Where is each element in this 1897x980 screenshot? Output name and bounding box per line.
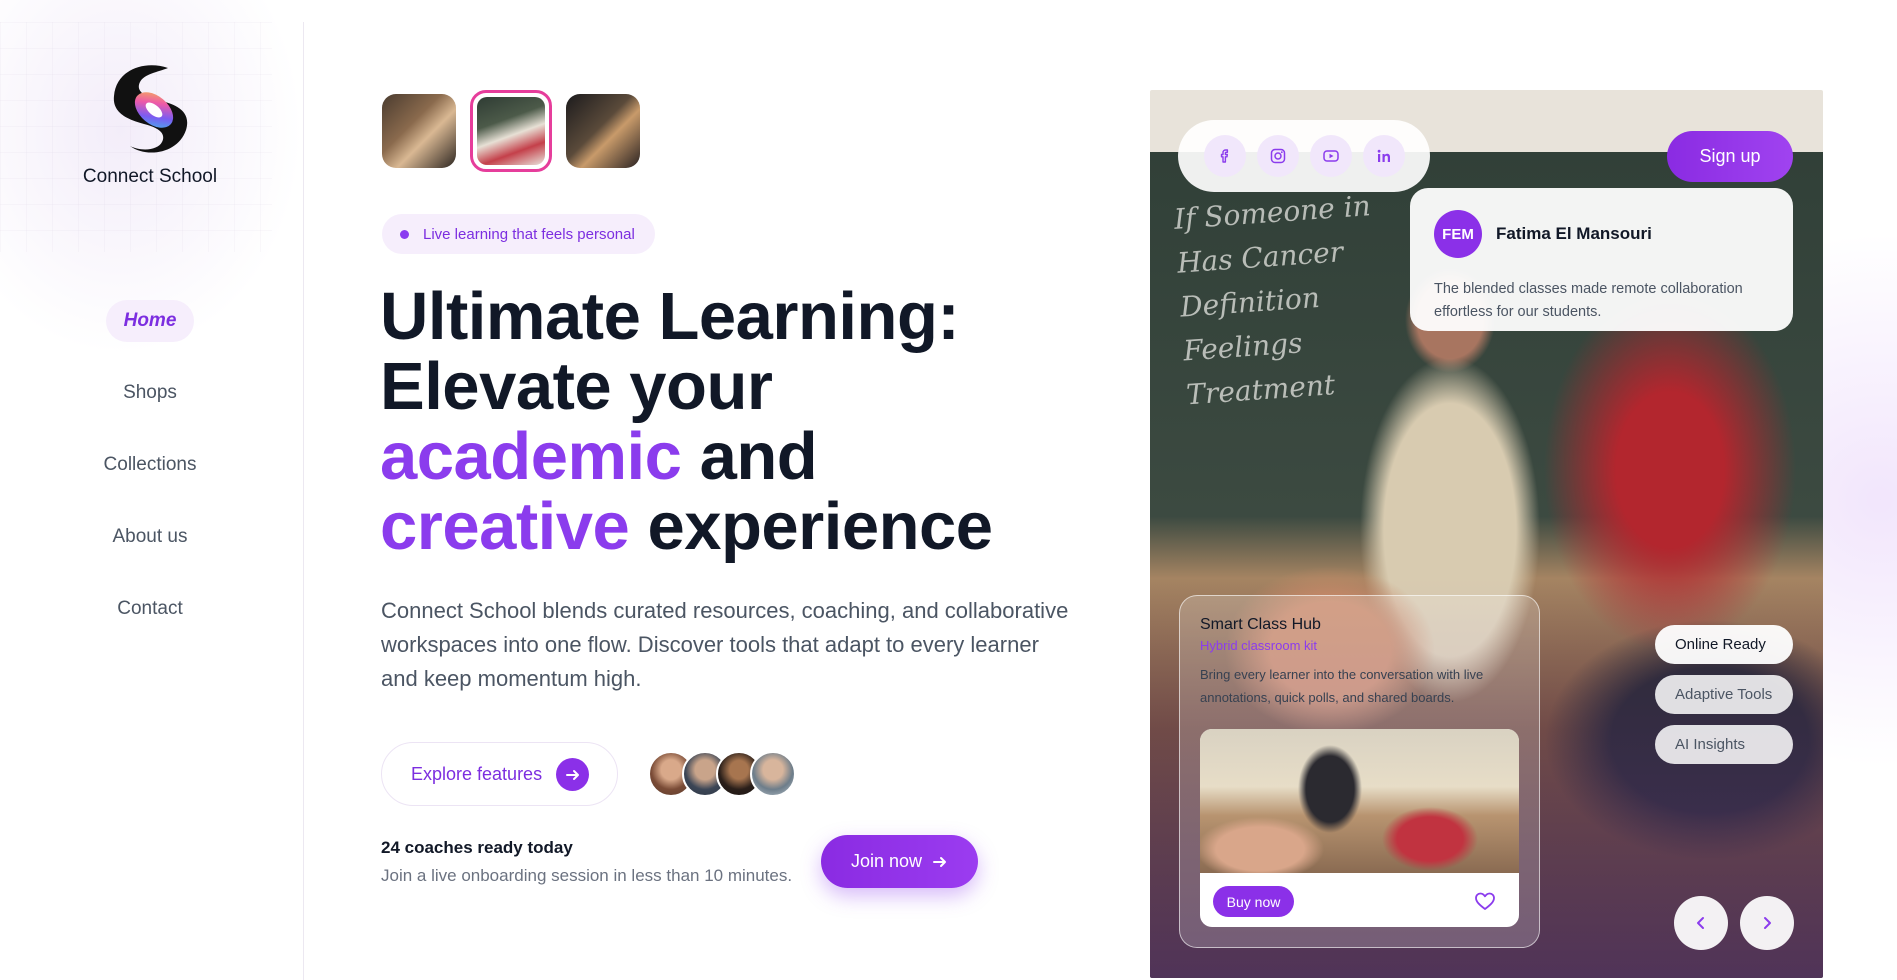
headline-accent-creative: creative (380, 489, 630, 564)
bookshelf-photo (566, 94, 640, 168)
sidebar-item-collections[interactable]: Collections (86, 444, 215, 486)
feature-chip-adaptive-tools[interactable]: Adaptive Tools (1655, 675, 1793, 714)
brand-name: Connect School (82, 166, 218, 187)
thumbnail-3[interactable] (566, 94, 640, 168)
headline-and: and (699, 419, 818, 494)
hero-image-panel: If Someone in Has Cancer Definition Feel… (1150, 90, 1823, 978)
thumbnail-1[interactable] (382, 94, 456, 168)
chevron-left-icon (1697, 917, 1704, 929)
carousel-prev-button[interactable] (1674, 896, 1728, 950)
thumbnail-2-selected[interactable] (470, 90, 552, 172)
linkedin-icon[interactable] (1363, 135, 1405, 177)
classroom-photo (382, 94, 456, 168)
testimonial-text: The blended classes made remote collabor… (1434, 281, 1743, 320)
sidebar-item-home[interactable]: Home (105, 300, 195, 342)
testimonial-header: FEM Fatima El Mansouri (1434, 210, 1769, 258)
avatar (750, 751, 796, 797)
sidebar: Connect School Home Shops Collections Ab… (0, 22, 304, 980)
sidebar-item-shops[interactable]: Shops (105, 372, 195, 414)
sidebar-item-contact[interactable]: Contact (99, 588, 200, 630)
heart-icon[interactable] (1474, 891, 1496, 911)
explore-features-button[interactable]: Explore features (381, 742, 618, 806)
testimonial-card: FEM Fatima El Mansouri The blended class… (1410, 188, 1793, 331)
headline-accent-academic: academic (380, 419, 682, 494)
coach-avatars (648, 751, 796, 797)
chevron-right-icon (1764, 917, 1771, 929)
social-links (1178, 120, 1430, 192)
product-image-card: Buy now (1200, 729, 1519, 927)
sign-up-button[interactable]: Sign up (1667, 131, 1793, 182)
classroom-photo-selected (477, 97, 545, 165)
hero-description: Connect School blends curated resources,… (381, 598, 1069, 691)
chalkboard-text: If Someone in Has Cancer Definition Feel… (1173, 183, 1408, 418)
thumbnail-strip (382, 90, 654, 172)
buy-now-button[interactable]: Buy now (1213, 886, 1294, 917)
explore-features-label: Explore features (411, 763, 543, 784)
sidebar-item-about-us[interactable]: About us (95, 516, 206, 558)
product-title: Smart Class Hub (1200, 616, 1321, 633)
tag-label: Live learning that feels personal (423, 225, 635, 243)
avatar: FEM (1434, 210, 1482, 258)
coaches-count: 24 coaches ready today (381, 838, 573, 857)
arrow-right-icon (556, 758, 589, 791)
feature-chip-online-ready[interactable]: Online Ready (1655, 625, 1793, 664)
dot-icon (400, 229, 409, 239)
sidebar-nav: Home Shops Collections About us Contact (0, 300, 300, 660)
instagram-icon[interactable] (1257, 135, 1299, 177)
classroom-product-photo (1200, 729, 1519, 873)
headline-line1: Ultimate Learning: (380, 279, 960, 354)
product-description: Bring every learner into the conversatio… (1200, 667, 1484, 705)
arrow-right-icon (933, 856, 947, 867)
hero-headline: Ultimate Learning: Elevate your academic… (380, 282, 1100, 562)
feature-chip-ai-insights[interactable]: AI Insights (1655, 725, 1793, 764)
join-now-label: Join now (850, 851, 923, 871)
carousel-next-button[interactable] (1740, 896, 1794, 950)
join-now-button[interactable]: Join now (821, 835, 978, 888)
youtube-icon[interactable] (1310, 135, 1352, 177)
product-subtitle: Hybrid classroom kit (1200, 638, 1318, 653)
headline-line2: Elevate your (380, 349, 773, 424)
reviewer-name: Fatima El Mansouri (1496, 224, 1652, 243)
product-card: Smart Class Hub Hybrid classroom kit Bri… (1179, 595, 1540, 948)
live-learning-tag: Live learning that feels personal (382, 214, 655, 254)
coaches-subtext: Join a live onboarding session in less t… (381, 866, 793, 885)
headline-experience: experience (647, 489, 993, 564)
brand-logo[interactable]: Connect School (0, 62, 300, 188)
facebook-icon[interactable] (1204, 135, 1246, 177)
logo-icon (113, 65, 188, 153)
